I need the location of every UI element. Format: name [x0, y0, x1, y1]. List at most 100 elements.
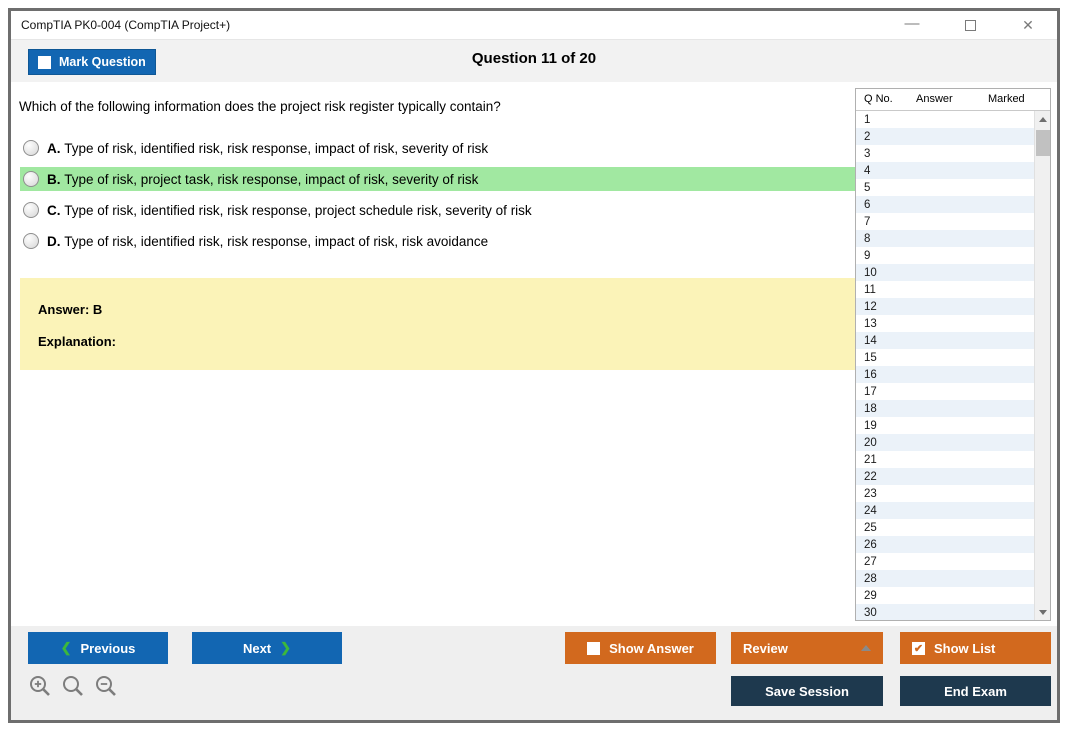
show-list-label: Show List — [934, 641, 995, 656]
question-list-row[interactable]: 14 — [856, 332, 1034, 349]
row-qno-cell: 3 — [856, 148, 908, 160]
question-list-row[interactable]: 22 — [856, 468, 1034, 485]
radio-button-a-icon[interactable] — [23, 140, 39, 156]
row-qno-cell: 19 — [856, 420, 908, 432]
question-list-row[interactable]: 4 — [856, 162, 1034, 179]
radio-button-d-icon[interactable] — [23, 233, 39, 249]
option-d[interactable]: D. Type of risk, identified risk, risk r… — [20, 229, 856, 253]
question-list-row[interactable]: 29 — [856, 587, 1034, 604]
question-list-row[interactable]: 11 — [856, 281, 1034, 298]
question-list-row[interactable]: 24 — [856, 502, 1034, 519]
radio-button-c-icon[interactable] — [23, 202, 39, 218]
chevron-left-icon: ❮ — [61, 640, 72, 656]
review-label: Review — [743, 641, 788, 656]
question-list-row[interactable]: 5 — [856, 179, 1034, 196]
question-list-row[interactable]: 25 — [856, 519, 1034, 536]
question-list-row[interactable]: 20 — [856, 434, 1034, 451]
question-list-row[interactable]: 15 — [856, 349, 1034, 366]
maximize-icon — [965, 20, 976, 31]
question-list-row[interactable]: 19 — [856, 417, 1034, 434]
question-list-row[interactable]: 10 — [856, 264, 1034, 281]
footer-bar: ❮ Previous Next ❯ Show Answer Review ✔ S… — [11, 626, 1057, 720]
question-list-row[interactable]: 9 — [856, 247, 1034, 264]
row-qno-cell: 25 — [856, 522, 908, 534]
previous-button[interactable]: ❮ Previous — [28, 632, 168, 664]
zoom-toolbar — [28, 674, 118, 698]
row-qno-cell: 6 — [856, 199, 908, 211]
end-exam-button[interactable]: End Exam — [900, 676, 1051, 706]
question-list-scrollbar[interactable] — [1034, 111, 1050, 620]
question-list-row[interactable]: 28 — [856, 570, 1034, 587]
option-b-label: B. Type of risk, project task, risk resp… — [47, 172, 478, 187]
header-band: Mark Question Question 11 of 20 — [11, 40, 1057, 82]
column-header-answer: Answer — [916, 93, 953, 105]
scroll-up-button[interactable] — [1035, 111, 1051, 127]
row-qno-cell: 12 — [856, 301, 908, 313]
row-qno-cell: 20 — [856, 437, 908, 449]
answer-label: Answer: B — [38, 302, 856, 317]
question-list-row[interactable]: 1 — [856, 111, 1034, 128]
maximize-button[interactable] — [941, 11, 999, 40]
next-label: Next — [243, 641, 271, 656]
save-session-button[interactable]: Save Session — [731, 676, 883, 706]
row-qno-cell: 4 — [856, 165, 908, 177]
question-list-header: Q No. Answer Marked — [856, 89, 1050, 111]
question-list-row[interactable]: 26 — [856, 536, 1034, 553]
next-button[interactable]: Next ❯ — [192, 632, 342, 664]
question-list-row[interactable]: 16 — [856, 366, 1034, 383]
question-list-rows: 1234567891011121314151617181920212223242… — [856, 111, 1034, 620]
question-list-row[interactable]: 6 — [856, 196, 1034, 213]
previous-label: Previous — [80, 641, 135, 656]
close-icon: ✕ — [1022, 17, 1034, 34]
question-list-row[interactable]: 7 — [856, 213, 1034, 230]
row-qno-cell: 27 — [856, 556, 908, 568]
column-header-marked: Marked — [988, 93, 1025, 105]
row-qno-cell: 15 — [856, 352, 908, 364]
minimize-icon: — — [905, 15, 920, 32]
option-c-label: C. Type of risk, identified risk, risk r… — [47, 203, 532, 218]
question-list-row[interactable]: 30 — [856, 604, 1034, 620]
radio-button-b-icon[interactable] — [23, 171, 39, 187]
question-list-row[interactable]: 18 — [856, 400, 1034, 417]
window-title: CompTIA PK0-004 (CompTIA Project+) — [11, 18, 230, 32]
show-answer-button[interactable]: Show Answer — [565, 632, 716, 664]
row-qno-cell: 26 — [856, 539, 908, 551]
scrollbar-thumb[interactable] — [1036, 130, 1050, 156]
zoom-out-icon[interactable] — [94, 674, 118, 698]
option-c[interactable]: C. Type of risk, identified risk, risk r… — [20, 198, 856, 222]
question-list-row[interactable]: 17 — [856, 383, 1034, 400]
question-list-row[interactable]: 27 — [856, 553, 1034, 570]
question-list-row[interactable]: 23 — [856, 485, 1034, 502]
row-qno-cell: 5 — [856, 182, 908, 194]
review-button[interactable]: Review — [731, 632, 883, 664]
option-a[interactable]: A. Type of risk, identified risk, risk r… — [20, 136, 856, 160]
chevron-right-icon: ❯ — [280, 640, 291, 656]
scroll-down-button[interactable] — [1035, 604, 1051, 620]
question-list-row[interactable]: 12 — [856, 298, 1034, 315]
question-list-row[interactable]: 21 — [856, 451, 1034, 468]
row-qno-cell: 13 — [856, 318, 908, 330]
question-list-row[interactable]: 13 — [856, 315, 1034, 332]
question-text: Which of the following information does … — [19, 99, 719, 114]
show-answer-checkbox-icon — [587, 642, 600, 655]
question-list-panel: Q No. Answer Marked 12345678910111213141… — [855, 88, 1051, 621]
row-qno-cell: 11 — [856, 284, 908, 296]
explanation-label: Explanation: — [38, 334, 856, 349]
app-window: CompTIA PK0-004 (CompTIA Project+) — ✕ M… — [8, 8, 1060, 723]
question-list-row[interactable]: 2 — [856, 128, 1034, 145]
show-list-button[interactable]: ✔ Show List — [900, 632, 1051, 664]
question-list-row[interactable]: 8 — [856, 230, 1034, 247]
row-qno-cell: 24 — [856, 505, 908, 517]
zoom-reset-icon[interactable] — [61, 674, 85, 698]
row-qno-cell: 2 — [856, 131, 908, 143]
row-qno-cell: 14 — [856, 335, 908, 347]
row-qno-cell: 30 — [856, 607, 908, 619]
question-counter: Question 11 of 20 — [11, 50, 1057, 67]
minimize-button[interactable]: — — [883, 11, 941, 40]
option-b[interactable]: B. Type of risk, project task, risk resp… — [20, 167, 856, 191]
question-list-row[interactable]: 3 — [856, 145, 1034, 162]
row-qno-cell: 7 — [856, 216, 908, 228]
zoom-in-icon[interactable] — [28, 674, 52, 698]
close-button[interactable]: ✕ — [999, 11, 1057, 40]
row-qno-cell: 8 — [856, 233, 908, 245]
